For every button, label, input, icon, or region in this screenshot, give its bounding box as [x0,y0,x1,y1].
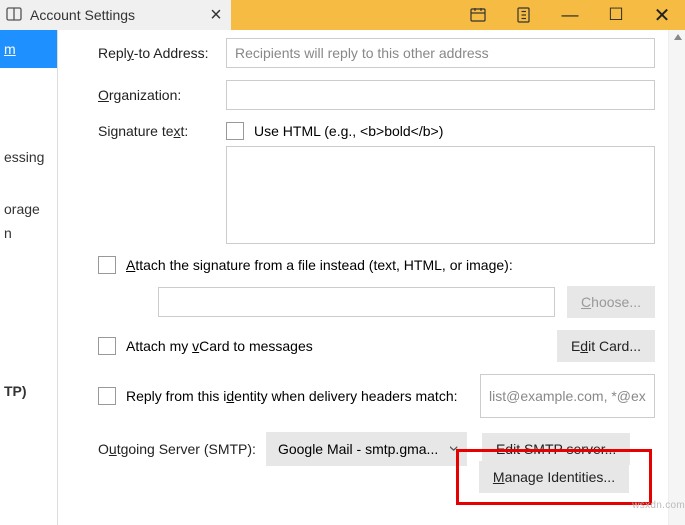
main-panel: Reply-to Address: Organization: Signatur… [58,30,685,525]
smtp-label: Outgoing Server (SMTP): [98,441,256,457]
window-title: Account Settings [30,7,201,23]
vcard-checkbox[interactable] [98,337,116,355]
attach-file-row: Choose... [98,286,655,318]
choose-button[interactable]: Choose... [567,286,655,318]
client-area: m essing orage n TP) Reply-to Address: O… [0,30,685,525]
reply-identity-checkbox[interactable] [98,387,116,405]
titlebar-right: — ☐ ✕ [231,0,685,30]
use-html-label: Use HTML (e.g., <b>bold</b>) [254,123,443,139]
organization-label: Organization: [98,87,226,103]
reply-identity-input[interactable] [480,374,655,418]
sidebar-item-4[interactable]: TP) [0,372,57,410]
reply-to-input[interactable] [226,38,655,68]
sidebar-item-label: n [4,225,12,241]
signature-text-row: Signature text: Use HTML (e.g., <b>bold<… [98,122,655,140]
watermark: wsxdn.com [632,500,685,511]
reply-to-label: Reply-to Address: [98,45,226,61]
tab-close-icon[interactable]: × [201,0,231,30]
reply-to-row: Reply-to Address: [98,38,655,68]
vcard-row: Attach my vCard to messages Edit Card... [98,330,655,362]
organization-input[interactable] [226,80,655,110]
signature-file-input[interactable] [158,287,555,317]
smtp-select-inner[interactable]: Google Mail - smtp.gma... [266,432,467,466]
sidebar-item-label: TP) [4,383,27,399]
vcard-label: Attach my vCard to messages [126,338,557,354]
sidebar-item-label: essing [4,149,44,165]
sidebar-item-0[interactable]: m [0,30,57,68]
smtp-select[interactable]: Google Mail - smtp.gma... [266,432,467,466]
sidebar-item-label: m [4,41,16,57]
calendar-icon[interactable] [455,0,501,30]
app-icon [6,6,22,25]
reply-identity-row: Reply from this identity when delivery h… [98,374,655,418]
window-maximize-button[interactable]: ☐ [593,0,639,30]
window-close-button[interactable]: ✕ [639,0,685,30]
attach-signature-checkbox[interactable] [98,256,116,274]
use-html-checkbox[interactable] [226,122,244,140]
scroll-up-icon[interactable] [674,34,682,42]
signature-textarea[interactable] [226,146,655,244]
titlebar: Account Settings × — ☐ ✕ [0,0,685,30]
signature-textarea-row [98,146,655,244]
scrollbar[interactable] [668,30,685,525]
manage-identities-button[interactable]: Manage Identities... [479,461,629,493]
reply-identity-label: Reply from this identity when delivery h… [126,385,480,407]
attach-signature-row: Attach the signature from a file instead… [98,256,655,274]
sidebar: m essing orage n TP) [0,30,58,525]
sidebar-item-label: orage [4,201,40,217]
sidebar-item-1[interactable]: essing [0,138,57,176]
attach-signature-label: Attach the signature from a file instead… [126,257,513,273]
addressbook-icon[interactable] [501,0,547,30]
edit-card-button[interactable]: Edit Card... [557,330,655,362]
organization-row: Organization: [98,80,655,110]
titlebar-tab: Account Settings × [0,0,231,30]
window-minimize-button[interactable]: — [547,0,593,30]
sidebar-item-3[interactable]: n [0,214,57,252]
signature-label: Signature text: [98,123,226,139]
